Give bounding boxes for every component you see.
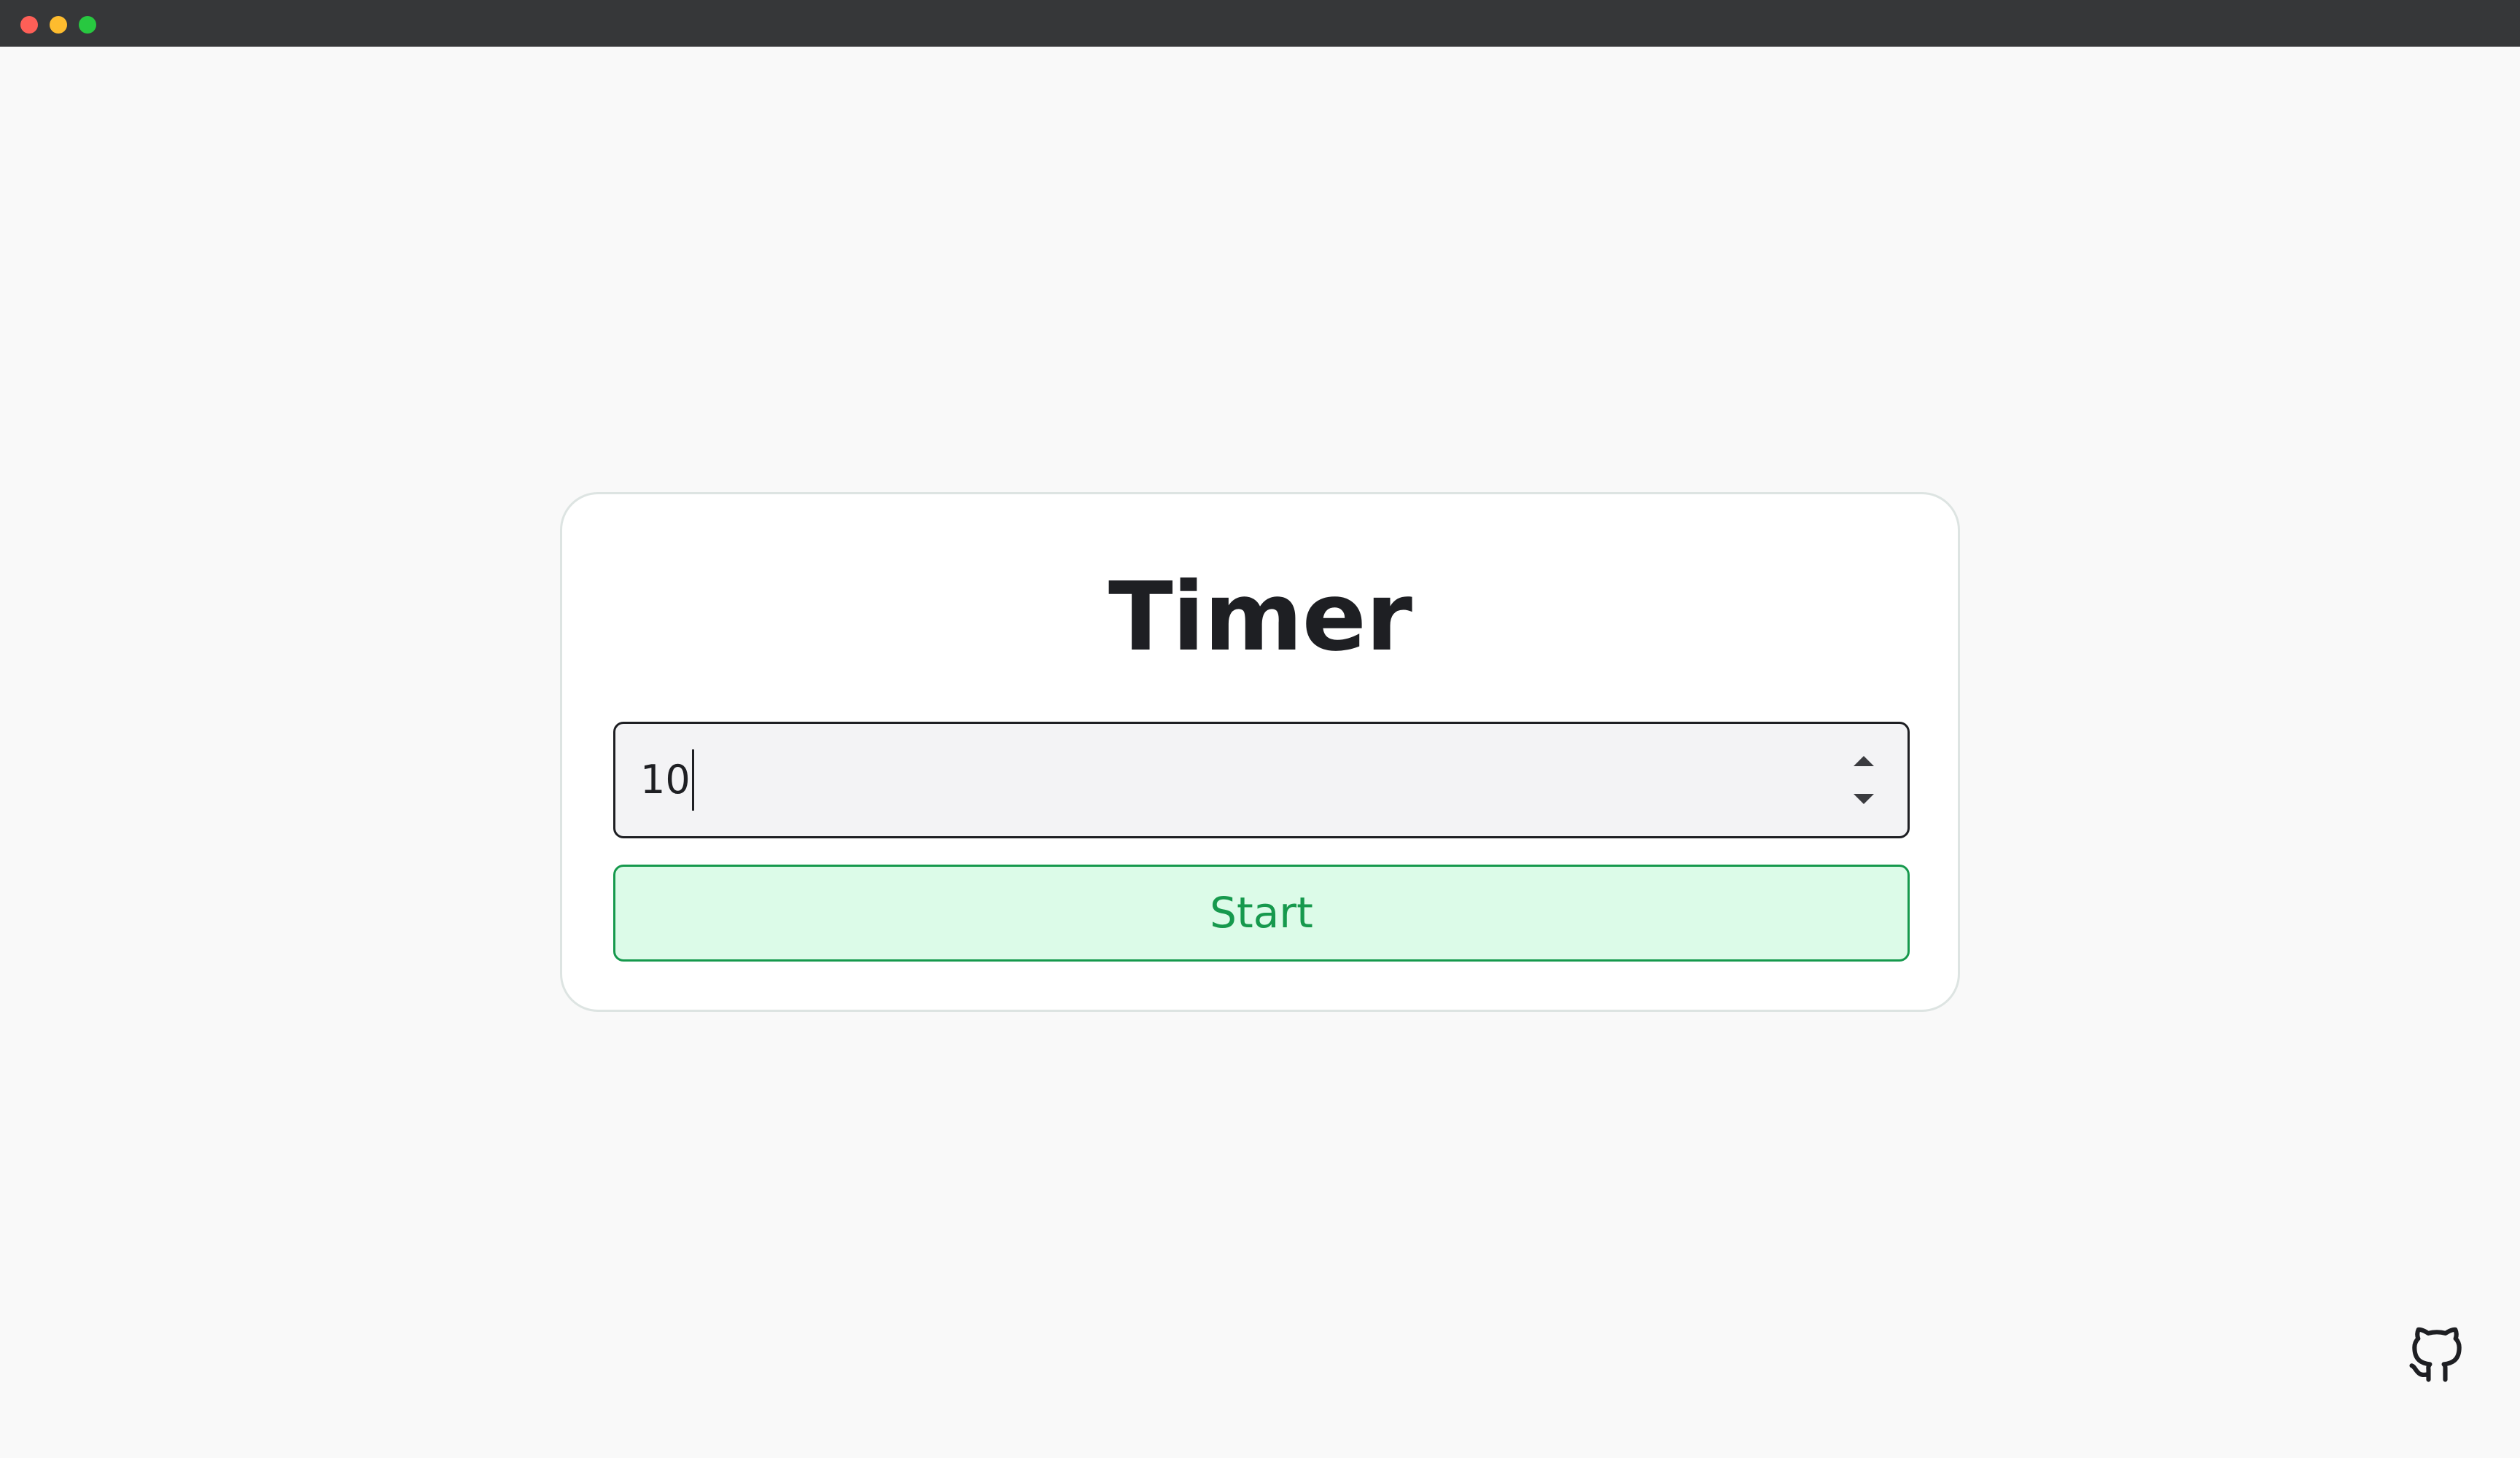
github-link[interactable] <box>2403 1321 2470 1388</box>
github-icon <box>2409 1327 2462 1382</box>
text-caret <box>691 749 694 811</box>
decrement-arrow-icon[interactable] <box>1854 794 1874 804</box>
minimize-window-button[interactable] <box>50 16 67 34</box>
window-titlebar <box>0 0 2520 47</box>
close-window-button[interactable] <box>20 16 38 34</box>
duration-input[interactable]: 10 <box>613 722 1910 838</box>
maximize-window-button[interactable] <box>79 16 96 34</box>
page-title: Timer <box>1108 561 1412 672</box>
number-stepper[interactable] <box>1854 756 1875 804</box>
duration-input-value[interactable]: 10 <box>640 724 694 836</box>
increment-arrow-icon[interactable] <box>1854 756 1874 766</box>
timer-card: Timer 10 Start <box>560 492 1960 1012</box>
start-button[interactable]: Start <box>613 865 1910 962</box>
duration-value-text: 10 <box>640 757 691 803</box>
